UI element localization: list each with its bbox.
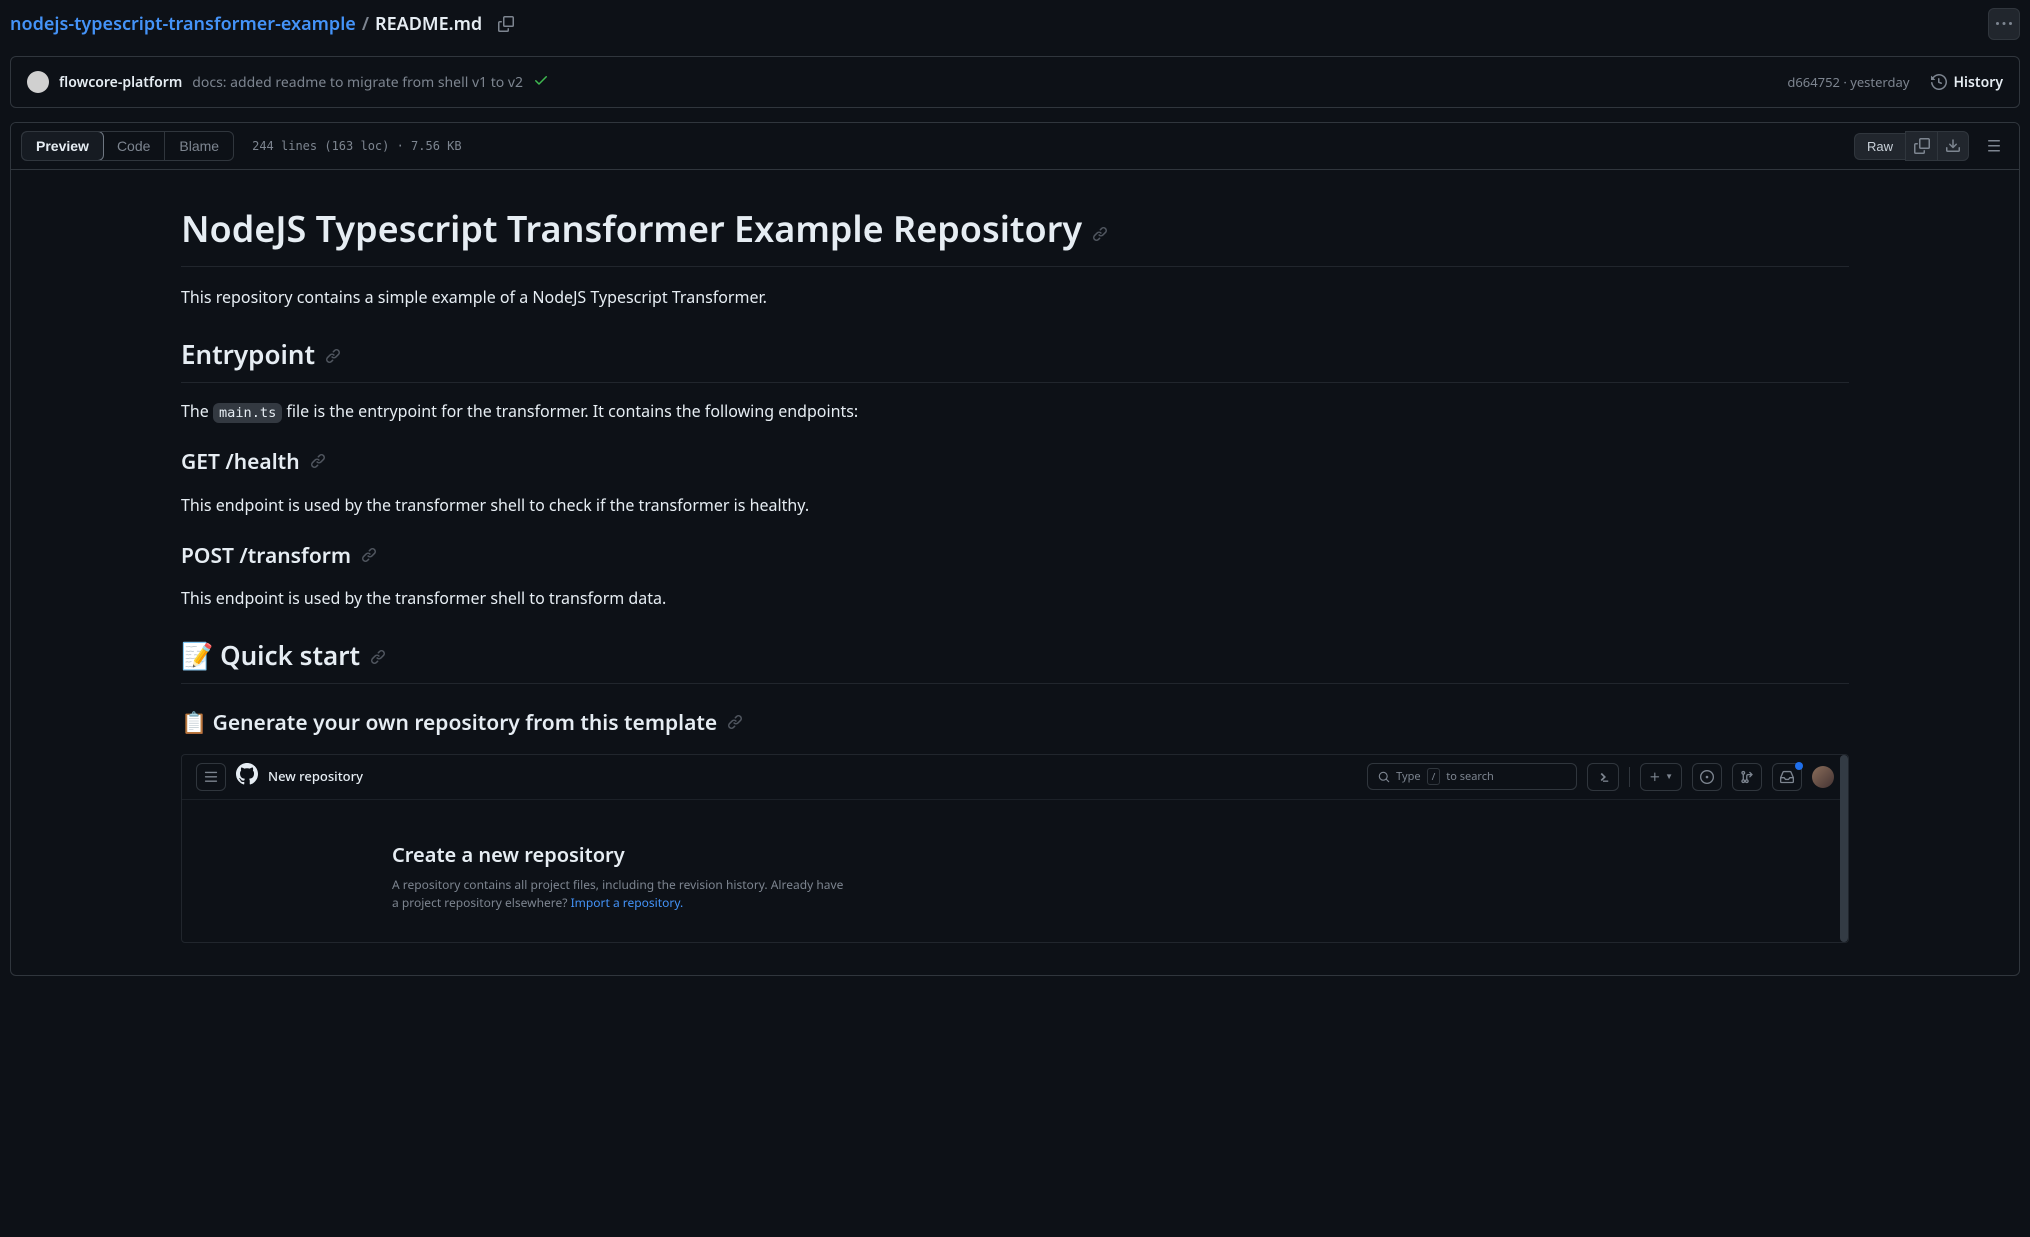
heading-quickstart: 📝 Quick start	[181, 636, 1849, 684]
anchor-link-icon[interactable]	[727, 708, 743, 740]
breadcrumb-repo-link[interactable]: nodejs-typescript-transformer-example	[10, 12, 356, 36]
commit-time: yesterday	[1850, 73, 1909, 91]
copy-icon	[1914, 138, 1930, 154]
inbox-icon	[1772, 763, 1802, 791]
anchor-link-icon[interactable]	[370, 636, 386, 675]
tab-code[interactable]: Code	[103, 132, 164, 160]
transform-text: This endpoint is used by the transformer…	[181, 586, 1849, 610]
kebab-icon	[1996, 16, 2012, 32]
heading-h1: NodeJS Typescript Transformer Example Re…	[181, 202, 1849, 267]
file-box: Preview Code Blame 244 lines (163 loc) ·…	[10, 122, 2020, 976]
intro-text: This repository contains a simple exampl…	[181, 285, 1849, 309]
tab-preview[interactable]: Preview	[21, 131, 104, 161]
github-logo-icon	[236, 763, 258, 790]
issues-icon	[1692, 763, 1722, 791]
copy-icon	[498, 16, 514, 32]
search-icon	[1378, 771, 1390, 783]
view-tabs: Preview Code Blame	[21, 131, 234, 161]
copy-raw-button[interactable]	[1905, 131, 1937, 161]
download-icon	[1945, 138, 1961, 154]
entrypoint-text: The main.ts file is the entrypoint for t…	[181, 399, 1849, 423]
scrollbar	[1840, 755, 1848, 942]
notification-dot-icon	[1795, 762, 1803, 770]
screenshot-search: Type / to search	[1367, 763, 1577, 790]
screenshot-title: New repository	[268, 767, 363, 787]
screenshot-subtext: A repository contains all project files,…	[392, 876, 852, 912]
breadcrumb: nodejs-typescript-transformer-example / …	[10, 12, 482, 36]
copy-path-button[interactable]	[492, 10, 520, 38]
anchor-link-icon[interactable]	[325, 335, 341, 374]
health-text: This endpoint is used by the transformer…	[181, 493, 1849, 517]
commit-message[interactable]: docs: added readme to migrate from shell…	[192, 73, 523, 92]
screenshot-body: Create a new repository A repository con…	[182, 800, 1848, 942]
anchor-link-icon[interactable]	[361, 541, 377, 573]
list-icon	[1986, 138, 2002, 154]
avatar[interactable]	[27, 71, 49, 93]
user-avatar	[1812, 766, 1834, 788]
commit-author[interactable]: flowcore-platform	[59, 73, 182, 92]
import-repo-link: Import a repository.	[571, 894, 684, 911]
heading-generate: 📋 Generate your own repository from this…	[181, 708, 1849, 740]
file-stats: 244 lines (163 loc) · 7.56 KB	[252, 139, 462, 153]
command-palette-icon	[1587, 763, 1619, 791]
screenshot-header: New repository Type / to search ▼	[182, 755, 1848, 800]
hamburger-icon	[196, 763, 226, 791]
readme-content: NodeJS Typescript Transformer Example Re…	[11, 170, 2019, 975]
check-icon[interactable]	[533, 71, 549, 93]
screenshot-heading: Create a new repository	[392, 840, 1848, 870]
download-button[interactable]	[1937, 131, 1969, 161]
file-toolbar: Preview Code Blame 244 lines (163 loc) ·…	[11, 123, 2019, 170]
commit-meta: d664752 · yesterday	[1787, 73, 1909, 91]
tab-blame[interactable]: Blame	[165, 132, 233, 160]
embedded-screenshot: New repository Type / to search ▼	[181, 754, 1849, 943]
code-main-ts: main.ts	[213, 403, 282, 423]
heading-entrypoint: Entrypoint	[181, 335, 1849, 383]
commit-info-bar: flowcore-platform docs: added readme to …	[10, 56, 2020, 108]
heading-health: GET /health	[181, 447, 1849, 479]
history-link[interactable]: History	[1931, 73, 2003, 92]
history-icon	[1931, 74, 1947, 90]
raw-button[interactable]: Raw	[1854, 133, 1905, 160]
anchor-link-icon[interactable]	[310, 447, 326, 479]
anchor-link-icon[interactable]	[1092, 202, 1108, 256]
outline-button[interactable]	[1979, 131, 2009, 161]
heading-transform: POST /transform	[181, 541, 1849, 573]
plus-dropdown-icon: ▼	[1640, 763, 1682, 791]
commit-sha[interactable]: d664752	[1787, 73, 1840, 91]
more-options-button[interactable]	[1988, 8, 2020, 40]
pull-requests-icon	[1732, 763, 1762, 791]
breadcrumb-current-file: README.md	[375, 12, 482, 36]
breadcrumb-separator: /	[362, 12, 369, 36]
